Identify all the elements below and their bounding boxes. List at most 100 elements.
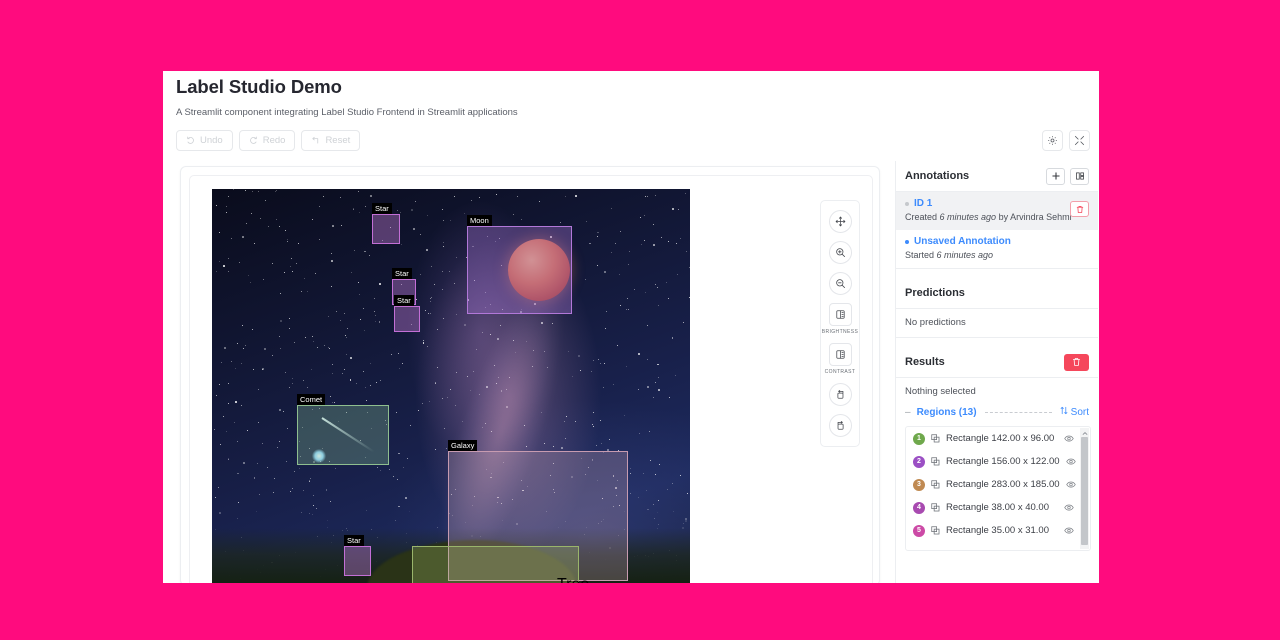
pan-move-button[interactable] bbox=[828, 210, 852, 233]
predictions-title: Predictions bbox=[905, 287, 965, 299]
copy-region-icon[interactable] bbox=[931, 434, 940, 443]
canvas-card-inner: Star Moon Star Star Comet Galaxy Star TreeTree bbox=[189, 175, 873, 583]
annotation-item[interactable]: ID 1 Created 6 minutes ago by Arvindra Se… bbox=[896, 192, 1098, 230]
image-region-moon-1[interactable]: Moon bbox=[467, 215, 572, 314]
annotation-item[interactable]: Unsaved Annotation Started 6 minutes ago bbox=[896, 230, 1098, 268]
toggle-region-visibility-icon[interactable] bbox=[1064, 526, 1074, 535]
sort-label: Sort bbox=[1070, 406, 1089, 418]
region-label: Galaxy bbox=[448, 440, 478, 451]
copy-region-icon[interactable] bbox=[931, 480, 940, 489]
regions-scrollbar[interactable] bbox=[1080, 428, 1089, 549]
region-label: Star bbox=[344, 535, 364, 546]
reset-label: Reset bbox=[325, 135, 351, 146]
toggle-region-visibility-icon[interactable] bbox=[1064, 503, 1074, 512]
undo-label: Undo bbox=[200, 135, 223, 146]
brightness-icon bbox=[835, 309, 846, 320]
annotation-id: ID 1 bbox=[914, 198, 933, 209]
redo-label: Redo bbox=[262, 135, 286, 146]
zoom-in-icon bbox=[835, 247, 846, 258]
regions-collapse-icon[interactable]: – bbox=[905, 407, 911, 418]
toggle-region-visibility-icon[interactable] bbox=[1064, 434, 1074, 443]
compare-annotations-button[interactable] bbox=[1070, 167, 1089, 185]
trash-icon bbox=[1072, 355, 1081, 370]
results-title: Results bbox=[905, 356, 945, 368]
region-row[interactable]: 2 Rectangle 156.00 x 122.00 bbox=[906, 450, 1090, 473]
region-row[interactable]: 5 Rectangle 35.00 x 31.00 bbox=[906, 519, 1090, 542]
sidebar-divider bbox=[896, 268, 1098, 278]
image-canvas[interactable]: Star Moon Star Star Comet Galaxy Star TreeTree bbox=[212, 189, 690, 583]
annotation-status-dot bbox=[905, 201, 909, 206]
sort-icon bbox=[1060, 406, 1068, 418]
page-subtitle: A Streamlit component integrating Label … bbox=[176, 107, 518, 118]
delete-annotation-button[interactable] bbox=[1070, 201, 1089, 217]
redo-button[interactable]: Redo bbox=[238, 130, 296, 151]
toggle-region-visibility-icon[interactable] bbox=[1065, 457, 1076, 466]
rotate-right-button[interactable] bbox=[828, 414, 852, 437]
results-header: Results bbox=[896, 347, 1098, 378]
plus-icon bbox=[1051, 171, 1061, 181]
toggle-region-visibility-icon[interactable] bbox=[1065, 480, 1076, 489]
region-name: Rectangle 283.00 x 185.00 bbox=[946, 479, 1060, 490]
canvas-card-outer: Star Moon Star Star Comet Galaxy Star TreeTree bbox=[180, 166, 880, 583]
region-row[interactable]: 1 Rectangle 142.00 x 96.00 bbox=[906, 427, 1090, 450]
image-region-tree-7[interactable]: Tree bbox=[412, 546, 579, 583]
region-index-badge: 4 bbox=[913, 501, 925, 514]
region-label: Comet bbox=[297, 394, 326, 405]
work-area: Star Moon Star Star Comet Galaxy Star TreeTree bbox=[163, 161, 1099, 583]
settings-button[interactable] bbox=[1042, 130, 1063, 151]
regions-sort-button[interactable]: Sort bbox=[1060, 406, 1089, 418]
region-row[interactable]: 3 Rectangle 283.00 x 185.00 bbox=[906, 473, 1090, 496]
annotation-status-dot bbox=[905, 239, 909, 244]
region-row[interactable]: 4 Rectangle 38.00 x 40.00 bbox=[906, 496, 1090, 519]
brightness-caption: BRIGHTNESS bbox=[821, 329, 859, 335]
predictions-header: Predictions bbox=[896, 278, 1098, 309]
undo-icon bbox=[186, 136, 195, 145]
region-label: Star bbox=[372, 203, 392, 214]
image-region-star-6[interactable]: Star bbox=[344, 535, 371, 576]
region-name: Rectangle 38.00 x 40.00 bbox=[946, 502, 1049, 513]
app-window: Label Studio Demo A Streamlit component … bbox=[163, 71, 1099, 583]
brightness-button[interactable] bbox=[828, 303, 852, 326]
image-region-star-3[interactable]: Star bbox=[394, 295, 420, 332]
contrast-button[interactable] bbox=[828, 343, 852, 366]
contrast-caption: CONTRAST bbox=[824, 369, 856, 375]
regions-dash bbox=[984, 411, 1052, 413]
copy-region-icon[interactable] bbox=[931, 457, 940, 466]
image-region-star-0[interactable]: Star bbox=[372, 203, 400, 244]
zoom-out-button[interactable] bbox=[828, 272, 852, 295]
zoom-out-icon bbox=[835, 278, 846, 289]
reset-button[interactable]: Reset bbox=[301, 130, 361, 151]
predictions-empty: No predictions bbox=[905, 317, 966, 328]
region-name: Rectangle 35.00 x 31.00 bbox=[946, 525, 1049, 536]
regions-scroll-thumb[interactable] bbox=[1081, 437, 1088, 545]
region-index-badge: 3 bbox=[913, 478, 925, 491]
pan-move-icon bbox=[835, 216, 846, 227]
annotations-title: Annotations bbox=[905, 170, 970, 182]
fullscreen-collapse-icon bbox=[1074, 135, 1085, 146]
reset-icon bbox=[311, 136, 320, 145]
annotation-id: Unsaved Annotation bbox=[914, 236, 1011, 247]
regions-header[interactable]: – Regions (13) Sort bbox=[896, 401, 1098, 423]
results-nothing-selected: Nothing selected bbox=[905, 386, 976, 397]
annotation-meta: Started 6 minutes ago bbox=[905, 250, 994, 260]
fullscreen-toggle-button[interactable] bbox=[1069, 130, 1090, 151]
annotation-meta: Created 6 minutes ago by Arvindra Sehmi bbox=[905, 212, 1072, 222]
history-toolbar: Undo Redo Reset bbox=[176, 130, 361, 151]
regions-list[interactable]: 1 Rectangle 142.00 x 96.00 2 Rectangle 156.… bbox=[905, 426, 1091, 551]
annotation-time: 6 minutes ago bbox=[936, 250, 994, 260]
copy-region-icon[interactable] bbox=[931, 503, 940, 512]
annotation-list: ID 1 Created 6 minutes ago by Arvindra Se… bbox=[896, 192, 1098, 268]
scroll-up-arrow-icon[interactable] bbox=[1081, 429, 1088, 437]
copy-region-icon[interactable] bbox=[931, 526, 940, 535]
right-sidebar: Annotations ID 1 Created 6 minutes ago by… bbox=[895, 161, 1098, 583]
delete-all-regions-button[interactable] bbox=[1064, 353, 1089, 371]
rotate-left-icon bbox=[835, 389, 846, 400]
rotate-left-button[interactable] bbox=[828, 383, 852, 406]
undo-button[interactable]: Undo bbox=[176, 130, 233, 151]
zoom-in-button[interactable] bbox=[828, 241, 852, 264]
image-region-comet-4[interactable]: Comet bbox=[297, 394, 389, 465]
region-index-badge: 5 bbox=[913, 524, 925, 537]
add-annotation-button[interactable] bbox=[1046, 167, 1065, 185]
annotation-title: Unsaved Annotation bbox=[905, 236, 1089, 247]
region-label-tree-secondary: Tree bbox=[557, 576, 589, 583]
